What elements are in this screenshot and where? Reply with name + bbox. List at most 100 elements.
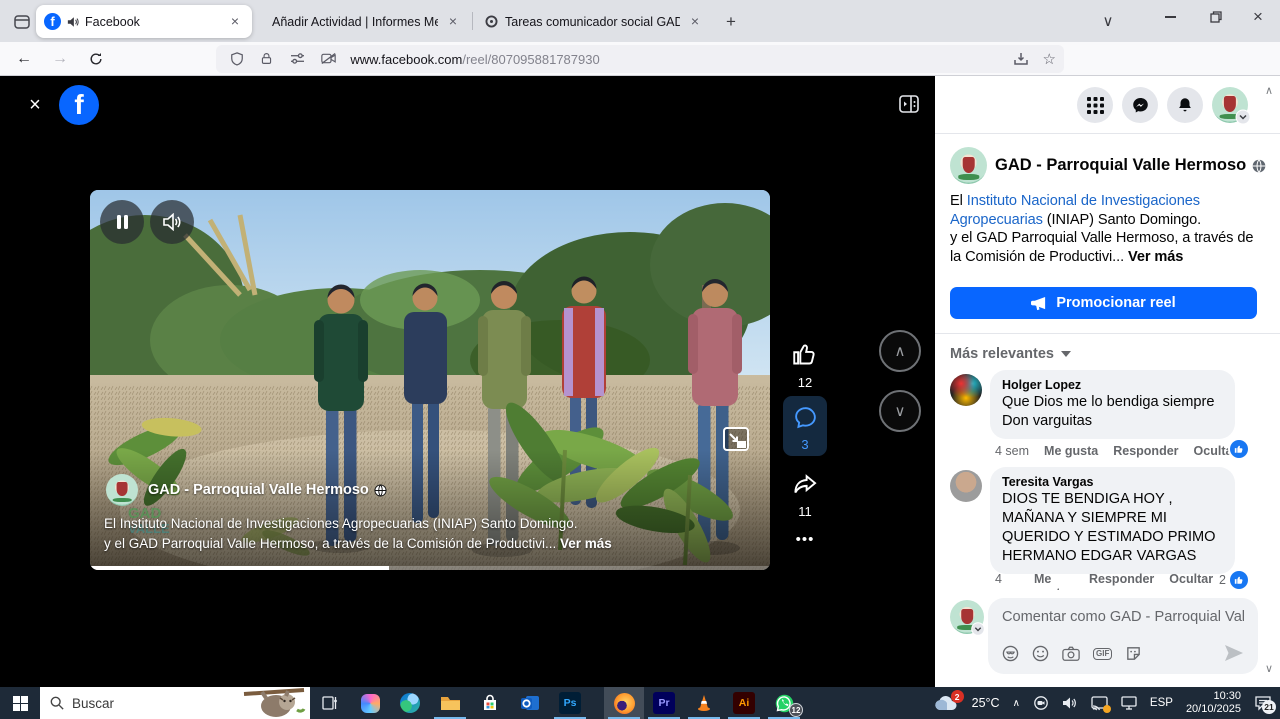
search-highlight-sloth-image[interactable]: [242, 688, 306, 718]
temperature-label[interactable]: 25°C: [972, 696, 1000, 710]
save-page-icon[interactable]: [1013, 51, 1029, 67]
firefox-button[interactable]: [604, 687, 644, 719]
microsoft-store-button[interactable]: [470, 687, 510, 719]
camera-icon[interactable]: [1062, 646, 1080, 662]
forward-button[interactable]: →: [46, 45, 74, 73]
illustrator-button[interactable]: Ai: [724, 687, 764, 719]
back-button[interactable]: ←: [10, 45, 38, 73]
photoshop-button[interactable]: Ps: [550, 687, 590, 719]
comment-input[interactable]: Comentar como GAD - Parroquial Vall... G…: [988, 598, 1258, 674]
store-bag-icon: [481, 694, 499, 712]
reel-video[interactable]: GADVALLE GAD - Parroquial Valle Hermoso …: [90, 190, 770, 570]
premiere-button[interactable]: Pr: [644, 687, 684, 719]
task-view-button[interactable]: [310, 687, 350, 719]
scrollbar-up-arrow[interactable]: ∧: [1262, 84, 1276, 97]
commenter-name[interactable]: Holger Lopez: [1002, 377, 1223, 393]
page-avatar[interactable]: [106, 474, 138, 506]
page-avatar[interactable]: [950, 147, 987, 184]
hidden-icons-chevron[interactable]: ∧: [1013, 698, 1020, 709]
window-minimize-button[interactable]: [1148, 0, 1192, 34]
messenger-button[interactable]: [1122, 87, 1158, 123]
reload-button[interactable]: [82, 45, 110, 73]
tab-chatgpt-tareas[interactable]: Tareas comunicador social GAD ×: [476, 5, 712, 38]
commenter-avatar[interactable]: [950, 374, 982, 406]
facebook-reel-page: × f: [0, 76, 1280, 687]
vlc-cone-icon: [695, 694, 713, 712]
premiere-icon: Pr: [653, 692, 675, 714]
outlook-button[interactable]: [510, 687, 550, 719]
whatsapp-button[interactable]: 12: [764, 687, 804, 719]
emoji-icon[interactable]: [1032, 645, 1049, 662]
url-bar[interactable]: www.facebook.com/reel/807095881787930 ☆: [216, 45, 1064, 73]
camera-blocked-icon: [321, 52, 336, 65]
comment-reaction-badge[interactable]: [1230, 571, 1248, 589]
volume-icon[interactable]: [1062, 696, 1078, 710]
see-more-link[interactable]: Ver más: [560, 536, 612, 551]
comment-reply-button[interactable]: Responder: [1113, 444, 1178, 458]
comments-button[interactable]: 3: [783, 396, 827, 456]
commenter-name[interactable]: Teresita Vargas: [1002, 474, 1223, 490]
window-restore-button[interactable]: [1194, 0, 1238, 34]
comment-bubble[interactable]: Holger Lopez Que Dios me lo bendiga siem…: [990, 370, 1235, 439]
sticker-icon[interactable]: [1125, 645, 1142, 662]
mute-button[interactable]: [150, 200, 194, 244]
caption-link[interactable]: Instituto Nacional de Investigaciones Ag…: [120, 516, 429, 531]
send-comment-icon[interactable]: [1224, 644, 1244, 662]
taskbar-search[interactable]: Buscar: [40, 687, 310, 719]
start-button[interactable]: [0, 687, 40, 719]
previous-reel-button[interactable]: ∧: [879, 330, 921, 372]
tab-close-button[interactable]: ×: [444, 13, 462, 31]
comment-bubble[interactable]: Teresita Vargas DIOS TE BENDIGA HOY , MA…: [990, 467, 1235, 574]
tab-close-button[interactable]: ×: [686, 13, 704, 31]
new-tab-button[interactable]: +: [716, 5, 746, 38]
edge-button[interactable]: [390, 687, 430, 719]
notifications-button[interactable]: [1167, 87, 1203, 123]
like-button[interactable]: 12: [783, 341, 827, 390]
url-text[interactable]: www.facebook.com/reel/807095881787930: [350, 52, 1012, 67]
weather-icon[interactable]: 2: [935, 694, 959, 712]
cast-icon[interactable]: [1091, 696, 1108, 711]
close-reel-button[interactable]: ×: [22, 92, 48, 118]
tab-audio-icon[interactable]: [67, 16, 79, 28]
firefox-view-icon[interactable]: [10, 10, 34, 34]
file-explorer-button[interactable]: [430, 687, 470, 719]
notification-center-button[interactable]: 21: [1254, 695, 1272, 711]
video-page-name[interactable]: GAD - Parroquial Valle Hermoso: [148, 482, 387, 498]
comment-reply-button[interactable]: Responder: [1089, 572, 1154, 586]
vlc-button[interactable]: [684, 687, 724, 719]
like-icon: [1234, 444, 1244, 454]
window-close-button[interactable]: ×: [1236, 0, 1280, 34]
collapse-sidebar-icon[interactable]: [897, 92, 921, 116]
more-options-button[interactable]: •••: [783, 531, 827, 548]
taskbar-clock[interactable]: 10:30 20/10/2025: [1186, 690, 1241, 716]
globe-icon: [1252, 159, 1266, 173]
bookmark-star-icon[interactable]: ☆: [1043, 50, 1056, 68]
next-reel-button[interactable]: ∨: [879, 390, 921, 432]
commenter-avatar[interactable]: [950, 470, 982, 502]
scrollbar-down-arrow[interactable]: ∨: [1262, 662, 1276, 675]
tab-close-button[interactable]: ×: [226, 13, 244, 31]
copilot-button[interactable]: [350, 687, 390, 719]
gif-icon[interactable]: GIF: [1093, 648, 1112, 660]
comment-reaction-badge[interactable]: [1230, 440, 1248, 458]
tab-facebook[interactable]: f Facebook ×: [36, 5, 252, 38]
share-button[interactable]: 11: [783, 470, 827, 519]
network-icon[interactable]: [1121, 696, 1137, 710]
promote-reel-button[interactable]: Promocionar reel: [950, 287, 1257, 319]
picture-in-picture-icon[interactable]: [722, 426, 750, 452]
tab-informes[interactable]: Añadir Actividad | Informes Mensua ×: [258, 5, 470, 38]
list-all-tabs-button[interactable]: ∨: [1086, 4, 1130, 38]
comment-like-button[interactable]: Me gusta: [1044, 444, 1098, 458]
avatar-sticker-icon[interactable]: [1002, 645, 1019, 662]
pause-button[interactable]: [100, 200, 144, 244]
meet-now-icon[interactable]: [1033, 695, 1049, 711]
language-indicator[interactable]: ESP: [1150, 697, 1173, 709]
apps-grid-button[interactable]: [1077, 87, 1113, 123]
comment-hide-button[interactable]: Ocultar: [1169, 572, 1213, 586]
sort-comments-dropdown[interactable]: Más relevantes: [950, 346, 1071, 362]
page-title[interactable]: GAD - Parroquial Valle Hermoso: [995, 156, 1266, 175]
video-progress-bar[interactable]: [90, 566, 770, 570]
globe-icon: [374, 484, 387, 497]
see-more-link[interactable]: Ver más: [1128, 249, 1183, 265]
facebook-logo[interactable]: f: [59, 85, 99, 125]
